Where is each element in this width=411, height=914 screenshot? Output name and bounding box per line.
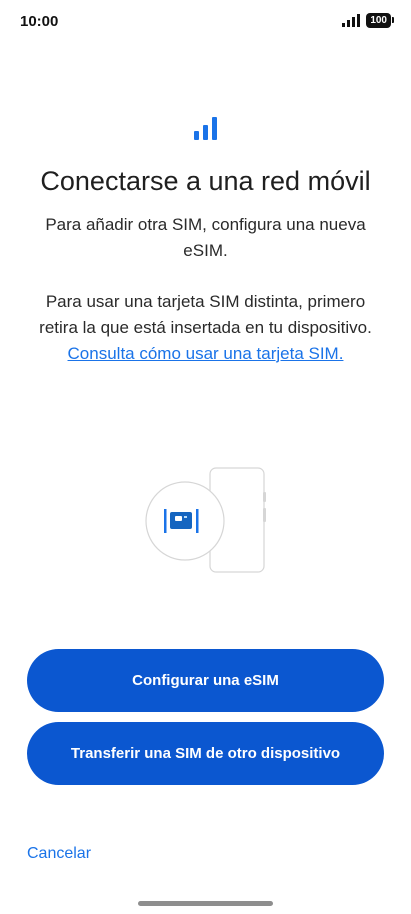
status-icons: 100 — [342, 13, 394, 28]
page-title: Conectarse a una red móvil — [40, 166, 371, 196]
status-time: 10:00 — [20, 13, 59, 30]
signal-bars-icon — [342, 14, 361, 27]
cancel-button[interactable]: Cancelar — [27, 845, 91, 863]
sim-card-phone-illustration — [145, 467, 266, 573]
transfer-sim-button[interactable]: Transferir una SIM de otro dispositivo — [27, 722, 384, 785]
status-bar: 10:00 100 — [0, 0, 411, 44]
sim-description-text: Para usar una tarjeta SIM distinta, prim… — [39, 292, 372, 337]
battery-icon: 100 — [366, 13, 394, 28]
sim-description: Para usar una tarjeta SIM distinta, prim… — [30, 289, 381, 367]
esim-description: Para añadir otra SIM, configura una nuev… — [45, 215, 366, 260]
sim-help-link[interactable]: Consulta cómo usar una tarjeta SIM. — [68, 344, 344, 363]
home-indicator[interactable] — [138, 901, 273, 906]
mobile-signal-icon — [194, 117, 217, 140]
configure-esim-button[interactable]: Configurar una eSIM — [27, 649, 384, 712]
